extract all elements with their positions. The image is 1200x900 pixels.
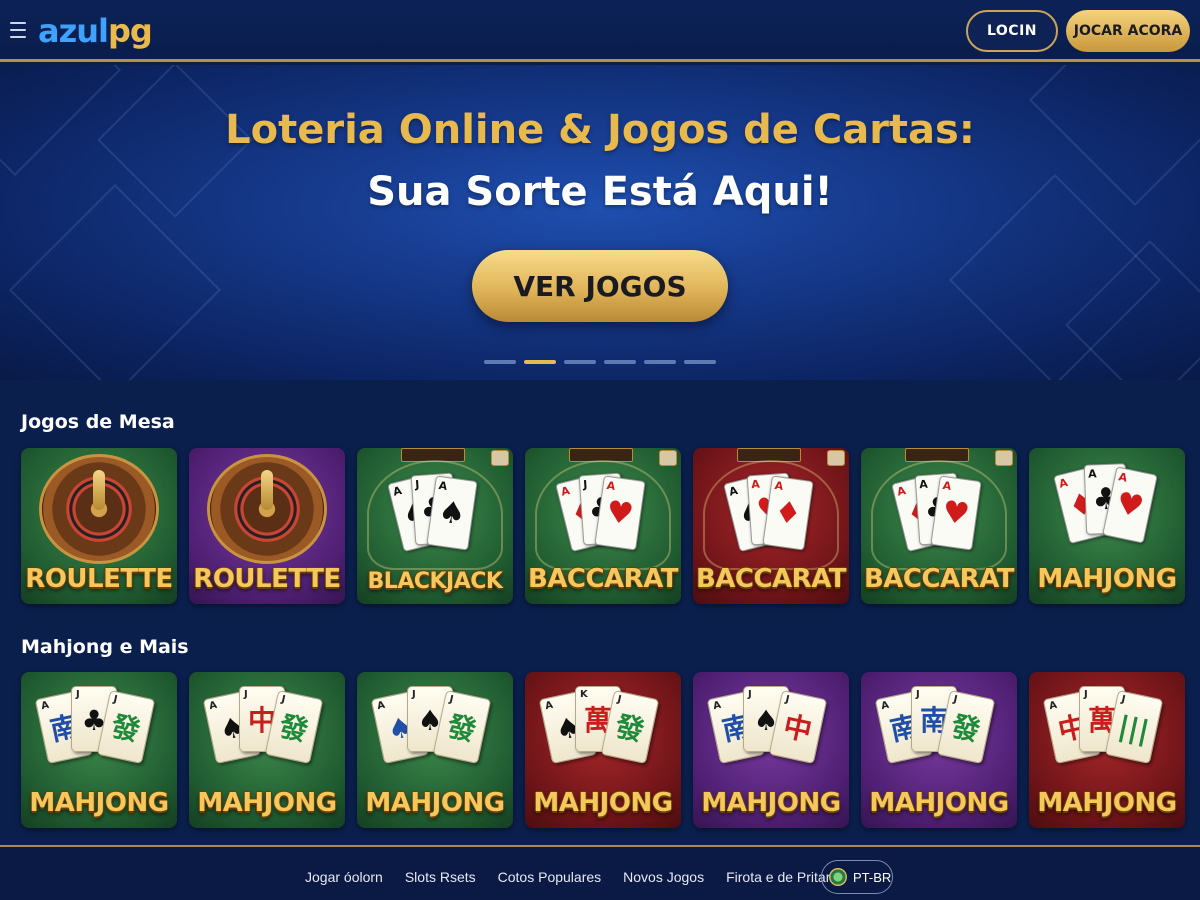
carousel-dot[interactable] <box>684 360 716 364</box>
carousel-dot[interactable] <box>644 360 676 364</box>
game-tile-label: BLACKJACK <box>367 569 503 594</box>
footer-link[interactable]: Cotos Populares <box>498 869 602 885</box>
game-tile-label: MAHJONG <box>869 788 1009 818</box>
logo-text-azul: azul <box>38 12 109 50</box>
language-selector[interactable]: PT-BR <box>821 860 893 894</box>
hero-banner: Loteria Online & Jogos de Cartas: Sua So… <box>0 65 1200 380</box>
mahjong-games-row: A南 J ♣ J發 MAHJONG A ♠ J中 J發 MAHJONG A ♠ J ♠ … <box>21 672 1185 828</box>
game-tile-label: BACCARAT <box>863 564 1015 594</box>
site-logo[interactable]: azulpg <box>38 12 153 50</box>
footer-link[interactable]: Novos Jogos <box>623 869 704 885</box>
menu-icon[interactable] <box>10 22 26 38</box>
carousel-dot[interactable] <box>484 360 516 364</box>
table-games-row: ROULETTE ROULETTE A♠ J♣ A♠ BLACKJACK A♦ … <box>21 448 1185 604</box>
game-tile-roulette[interactable]: ROULETTE <box>189 448 345 604</box>
game-tile-baccarat[interactable]: A♦ A♣ A♥ BACCARAT <box>861 448 1017 604</box>
footer-links: Jogar óolorn Slots Rsets Cotos Populares… <box>305 869 830 885</box>
card-shoe-icon <box>995 450 1013 466</box>
footer-link[interactable]: Slots Rsets <box>405 869 476 885</box>
game-tile-mahjong[interactable]: A ♠ J中 J發 MAHJONG <box>189 672 345 828</box>
game-tile-mahjong[interactable]: A ♠ K萬 J發 MAHJONG <box>525 672 681 828</box>
view-games-button[interactable]: VER JOGOS <box>472 250 728 322</box>
carousel-dot[interactable] <box>524 360 556 364</box>
game-tile-mahjong[interactable]: A ♠ J ♠ J發 MAHJONG <box>357 672 513 828</box>
game-tile-mahjong[interactable]: A ♦ A ♣ A ♥ MAHJONG <box>1029 448 1185 604</box>
game-tile-label: MAHJONG <box>701 788 841 818</box>
game-tile-mahjong[interactable]: A南 J南 J發 MAHJONG <box>861 672 1017 828</box>
footer-link[interactable]: Firota e de Pritar <box>726 869 830 885</box>
section-title-table-games: Jogos de Mesa <box>21 411 175 433</box>
footer-link[interactable]: Jogar óolorn <box>305 869 383 885</box>
game-tile-label: MAHJONG <box>365 788 505 818</box>
top-header: azulpg LOCIN JOCAR ACORA <box>0 0 1200 62</box>
game-tile-label: MAHJONG <box>29 788 169 818</box>
game-tile-label: BACCARAT <box>527 564 679 594</box>
game-tile-label: MAHJONG <box>1037 788 1177 818</box>
hero-subtitle: Sua Sorte Está Aqui! <box>367 169 833 215</box>
carousel-dots <box>484 360 716 364</box>
play-now-button[interactable]: JOCAR ACORA <box>1066 10 1190 52</box>
language-label: PT-BR <box>853 869 892 885</box>
game-tile-label: MAHJONG <box>197 788 337 818</box>
game-tile-mahjong[interactable]: A中 J萬 J ||| MAHJONG <box>1029 672 1185 828</box>
game-tile-label: MAHJONG <box>1037 564 1177 594</box>
game-tile-label: ROULETTE <box>193 564 341 594</box>
game-tile-roulette[interactable]: ROULETTE <box>21 448 177 604</box>
login-button[interactable]: LOCIN <box>966 10 1058 52</box>
footer: Jogar óolorn Slots Rsets Cotos Populares… <box>0 845 1200 900</box>
globe-icon <box>829 868 847 886</box>
game-tile-baccarat[interactable]: A♦ J♣ A♥ BACCARAT <box>525 448 681 604</box>
roulette-spindle-icon <box>261 470 273 510</box>
carousel-dot[interactable] <box>564 360 596 364</box>
hero-title: Loteria Online & Jogos de Cartas: <box>225 107 975 153</box>
game-tile-mahjong[interactable]: A南 J ♠ J中 MAHJONG <box>693 672 849 828</box>
game-tile-baccarat[interactable]: A♠ A♥ A♦ BACCARAT <box>693 448 849 604</box>
card-shoe-icon <box>491 450 509 466</box>
card-shoe-icon <box>827 450 845 466</box>
logo-text-pg: pg <box>107 12 153 50</box>
game-tile-label: ROULETTE <box>25 564 173 594</box>
game-tile-label: MAHJONG <box>533 788 673 818</box>
game-tile-label: BACCARAT <box>695 564 847 594</box>
game-tile-blackjack[interactable]: A♠ J♣ A♠ BLACKJACK <box>357 448 513 604</box>
carousel-dot[interactable] <box>604 360 636 364</box>
section-title-mahjong-more: Mahjong e Mais <box>21 636 189 658</box>
card-shoe-icon <box>659 450 677 466</box>
game-tile-mahjong[interactable]: A南 J ♣ J發 MAHJONG <box>21 672 177 828</box>
roulette-spindle-icon <box>93 470 105 510</box>
